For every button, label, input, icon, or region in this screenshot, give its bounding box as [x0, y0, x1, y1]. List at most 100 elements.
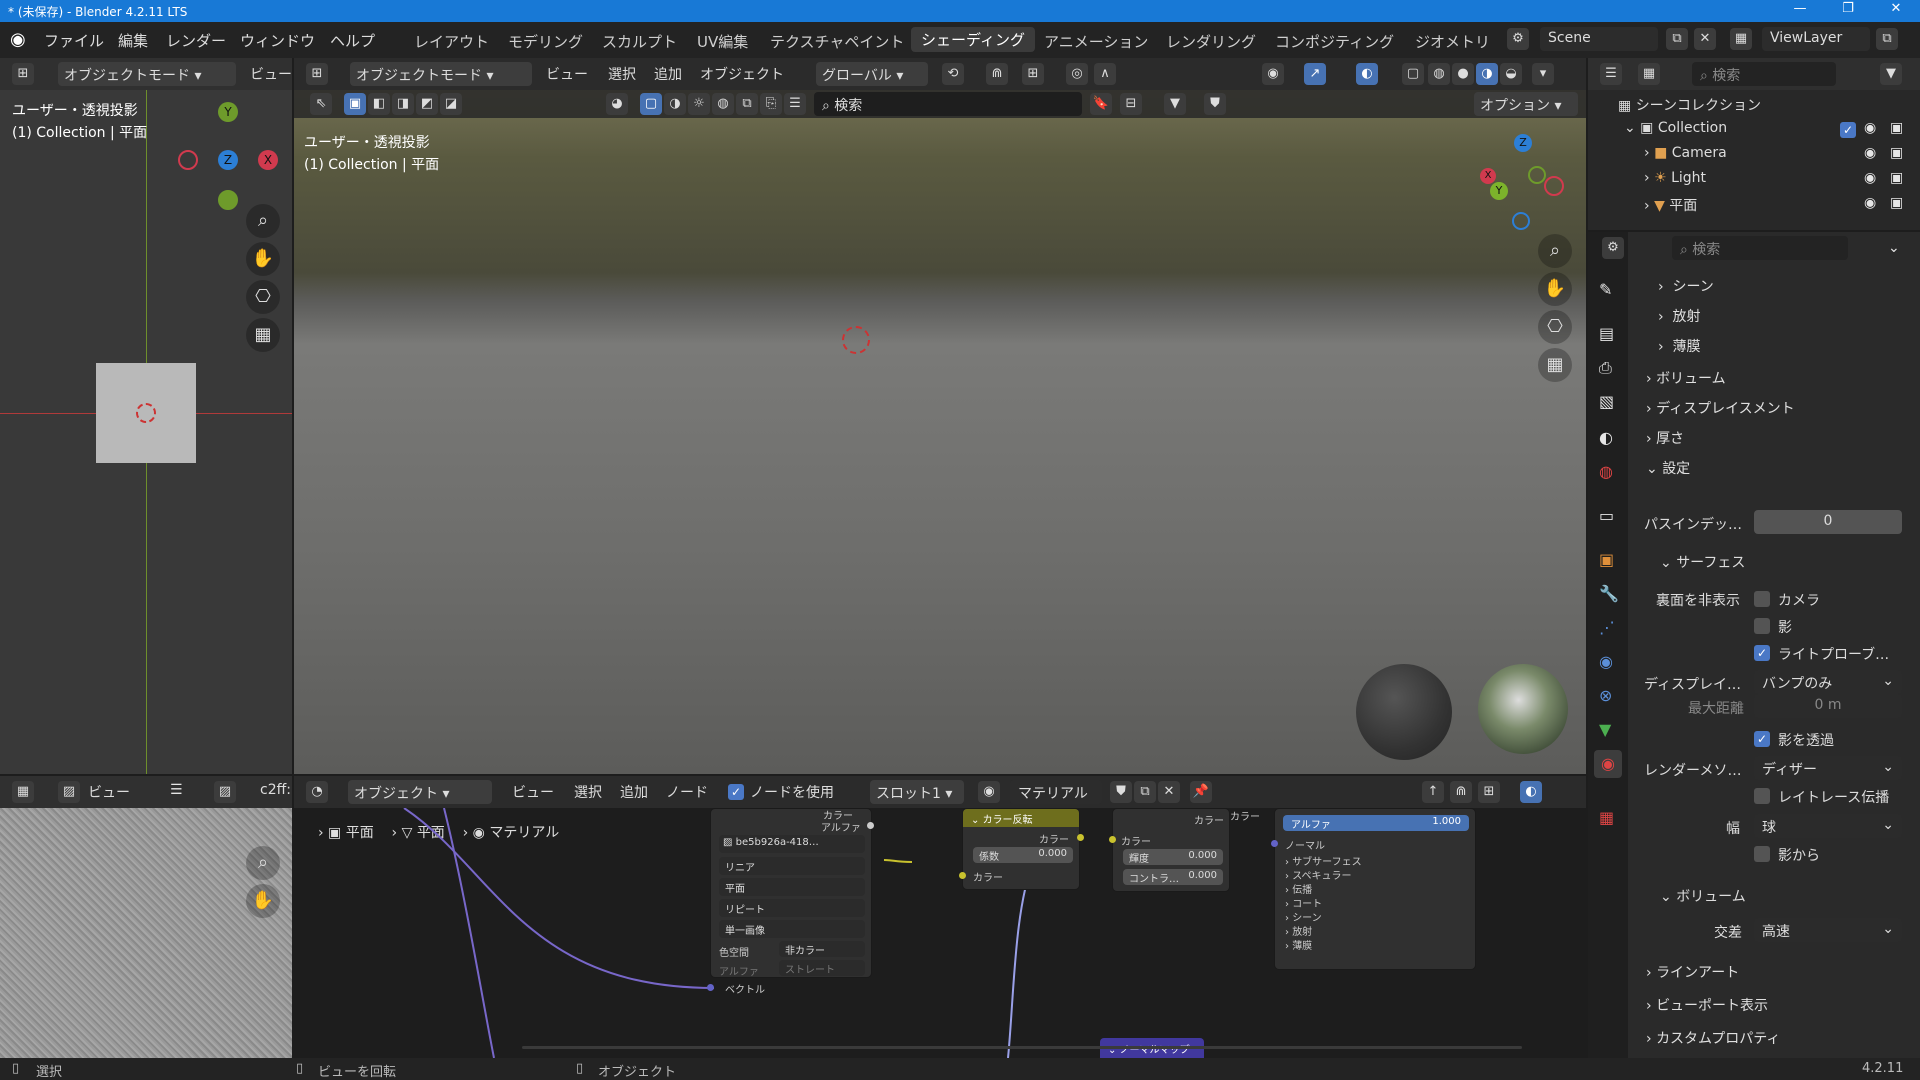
scene-tab-icon[interactable]: ◐ [1599, 428, 1613, 447]
camera-view-icon[interactable]: ⎔ [246, 280, 280, 314]
viewport-editor-type-icon[interactable]: ⊞ [306, 63, 328, 85]
bsdf-alpha-field[interactable]: アルファ 1.000 [1283, 815, 1469, 831]
collection-row[interactable]: ⌄ ▣ Collection [1624, 120, 1727, 136]
unlink-material-icon[interactable]: ✕ [1158, 781, 1180, 803]
overlay-toggle-icon[interactable]: ◐ [1356, 63, 1378, 85]
image-browse-icon[interactable]: ▨ [214, 781, 236, 803]
section-volume[interactable]: › ボリューム [1634, 362, 1914, 392]
viewport-view-menu[interactable]: ビュー [546, 64, 588, 84]
section-custom-props[interactable]: › カスタムプロパティ [1634, 1022, 1914, 1052]
interpolation-dropdown[interactable]: リニア [719, 857, 865, 875]
camera-render-icon[interactable]: ▣ [1890, 145, 1903, 161]
gizmo-toggle-icon[interactable]: ↗ [1304, 63, 1326, 85]
nav-gizmo-x[interactable]: X [1480, 168, 1496, 184]
left-3d-view[interactable]: ⊞ オブジェクトモード ▾ ビュー ユーザー・透視投影 (1) Collecti… [0, 58, 292, 774]
gizmo-x-axis[interactable]: X [258, 150, 278, 170]
bsdf-sheen[interactable]: › シーン [1285, 909, 1322, 924]
wireframe-shading-icon[interactable]: ◍ [1428, 63, 1450, 85]
light-eye-icon[interactable]: ◉ [1864, 170, 1876, 186]
bc-in-socket[interactable] [1109, 836, 1116, 843]
projection-dropdown[interactable]: 平面 [719, 878, 865, 896]
zoom-icon[interactable]: ⌕ [246, 204, 280, 238]
section-displacement[interactable]: › ディスプレイスメント [1634, 392, 1914, 422]
node-editor[interactable]: ◔ オブジェクト ▾ ビュー 選択 追加 ノード ✓ ノードを使用 スロット1 … [294, 776, 1586, 1058]
left-view-menu[interactable]: ビュー [250, 64, 292, 84]
collection-eye-icon[interactable]: ◉ [1864, 120, 1876, 136]
menu-render[interactable]: レンダー [166, 30, 226, 51]
modifier-tab-icon[interactable]: 🔧 [1599, 584, 1619, 603]
falloff-icon[interactable]: ∧ [1094, 63, 1116, 85]
snap-icon[interactable]: ⋒ [986, 63, 1008, 85]
select-intersect-icon[interactable]: ◪ [440, 93, 462, 115]
menu-file[interactable]: ファイル [44, 30, 104, 51]
pan-hand-icon[interactable]: ✋ [246, 242, 280, 276]
tab-animation[interactable]: アニメーション [1044, 31, 1148, 52]
collection-render-icon[interactable]: ▣ [1890, 120, 1903, 136]
filter-sort-icon[interactable]: ☰ [784, 93, 806, 115]
section-settings[interactable]: ⌄ 設定 [1634, 452, 1914, 482]
object-tab-icon[interactable]: ▣ [1599, 550, 1614, 569]
viewport-object-menu[interactable]: オブジェクト [700, 64, 784, 84]
from-shadow-checkbox[interactable] [1754, 846, 1770, 862]
pin-icon[interactable]: 📌 [1190, 781, 1212, 803]
scene-icon[interactable]: ⚙ [1507, 28, 1529, 50]
bsdf-emission[interactable]: › 放射 [1285, 923, 1312, 938]
viewport-add-menu[interactable]: 追加 [654, 64, 682, 84]
bookmark-icon[interactable]: 🔖 [1090, 93, 1112, 115]
material-browse-icon[interactable]: ◉ [978, 781, 1000, 803]
maximize-button[interactable]: ❐ [1828, 1, 1868, 16]
tab-modeling[interactable]: モデリング [508, 31, 583, 52]
fake-user-shield-icon[interactable]: ⛊ [1110, 781, 1132, 803]
shield-icon[interactable]: ⛊ [1204, 93, 1226, 115]
tab-compositing[interactable]: コンポジティング [1275, 31, 1394, 52]
node-scrollbar[interactable] [522, 1046, 1522, 1049]
bsdf-thin-film[interactable]: › 薄膜 [1285, 937, 1312, 952]
filter-sphere-icon[interactable]: ◑ [664, 93, 686, 115]
filter-world-icon[interactable]: ◍ [712, 93, 734, 115]
slot-dropdown[interactable]: スロット1 ▾ [870, 780, 964, 804]
menu-window[interactable]: ウィンドウ [240, 30, 315, 51]
image-mode-icon[interactable]: ▨ [58, 781, 80, 803]
editor-type-icon[interactable]: ⊞ [12, 63, 34, 85]
plane-row[interactable]: › ▼ 平面 [1644, 195, 1697, 215]
tab-layout[interactable]: レイアウト [414, 31, 489, 52]
tab-geometry[interactable]: ジオメトリ [1415, 31, 1490, 52]
filter-copy-icon[interactable]: ⎘ [760, 93, 782, 115]
backface-camera-checkbox[interactable] [1754, 591, 1770, 607]
image-name[interactable]: c2ff: [260, 782, 291, 798]
duplicate-material-icon[interactable]: ⧉ [1134, 781, 1156, 803]
node-add-menu[interactable]: 追加 [620, 782, 648, 802]
tab-rendering[interactable]: レンダリング [1166, 31, 1256, 52]
gizmo-z-axis[interactable]: Z [218, 150, 238, 170]
image-zoom-icon[interactable]: ⌕ [246, 846, 280, 880]
volume-subsection[interactable]: ⌄ ボリューム [1660, 886, 1746, 906]
bsdf-specular[interactable]: › スペキュラー [1285, 867, 1352, 882]
viewport-mode-dropdown[interactable]: オブジェクトモード ▾ [350, 62, 532, 86]
layout-icon[interactable]: ⊟ [1120, 93, 1142, 115]
properties-search[interactable]: ⌕ 検索 [1672, 236, 1848, 260]
node-type-dropdown[interactable]: オブジェクト ▾ [348, 780, 492, 804]
left-mode-dropdown[interactable]: オブジェクトモード ▾ [58, 62, 236, 86]
parent-node-icon[interactable]: ↑ [1422, 781, 1444, 803]
minimize-button[interactable]: — [1780, 1, 1820, 16]
source-dropdown[interactable]: 単一画像 [719, 920, 865, 938]
node-node-menu[interactable]: ノード [666, 782, 708, 802]
snap-target-icon[interactable]: ⊞ [1022, 63, 1044, 85]
ortho-grid-icon[interactable]: ▦ [246, 318, 280, 352]
surface-subsection[interactable]: ⌄ サーフェス [1660, 552, 1745, 572]
principled-bsdf-node[interactable]: アルファ 1.000 ノーマル › サブサーフェス › スペキュラー › 伝播 ›… [1271, 808, 1476, 970]
properties-type-icon[interactable]: ⚙ [1602, 237, 1624, 259]
filter-stack-icon[interactable]: ⧉ [736, 93, 758, 115]
constraints-tab-icon[interactable]: ⊗ [1599, 686, 1612, 705]
color-icon[interactable]: ◕ [606, 93, 628, 115]
image-editor-type-icon[interactable]: ▦ [12, 781, 34, 803]
pass-index-field[interactable]: 0 [1754, 510, 1902, 534]
texture-tab-icon[interactable]: ▦ [1599, 808, 1614, 827]
select-extend-icon[interactable]: ◧ [368, 93, 390, 115]
nav-gizmo-neg-x[interactable] [1544, 176, 1564, 196]
vector-socket[interactable] [707, 984, 714, 991]
invert-color-node[interactable]: ⌄ カラー反転 カラー 係数 0.000 カラー [959, 808, 1084, 890]
main-viewport[interactable]: ⊞ オブジェクトモード ▾ ビュー 選択 追加 オブジェクト グローバル ▾ ⟲… [294, 58, 1586, 774]
material-name-field[interactable]: マテリアル [1010, 780, 1102, 804]
outliner-type-icon[interactable]: ☰ [1600, 63, 1622, 85]
